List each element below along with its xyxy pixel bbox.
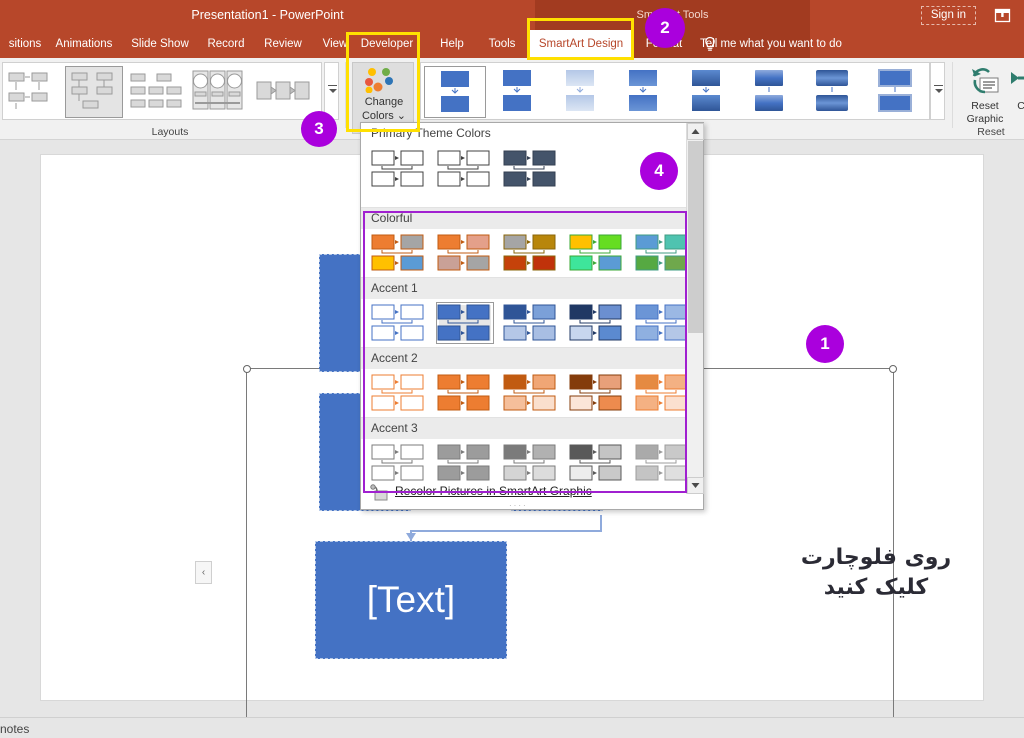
resize-handle-nw[interactable] [243,365,251,373]
annotation-badge-3: 3 [301,111,337,147]
reset-graphic-button[interactable]: Reset Graphic [960,62,1010,130]
annotation-badge-1: 1 [806,325,844,363]
layout-thumb-5[interactable] [255,66,313,118]
color-swatch-2-4[interactable] [635,303,691,343]
tab-view[interactable]: View [312,30,358,58]
color-swatch-4-2[interactable] [503,443,559,483]
style-thumb-4[interactable] [613,66,675,118]
scroll-down-arrow-icon[interactable] [687,477,704,494]
color-swatch-2-3[interactable] [569,303,625,343]
reset-graphic-label-2: Graphic [966,113,1004,125]
change-colors-label-line1: Change [364,96,404,108]
collapse-text-pane-icon[interactable]: ‹ [195,561,212,584]
panel-section-label-colorful: Colorful [361,207,687,229]
tab-tools[interactable]: Tools [478,30,526,58]
panel-section-label-accent-2: Accent 2 [361,347,687,369]
color-swatch-4-0[interactable] [371,443,427,483]
scroll-up-arrow-icon[interactable] [687,123,704,140]
resize-handle-ne[interactable] [889,365,897,373]
scrollbar-thumb[interactable] [688,141,703,333]
convert-label: Co [1017,100,1024,112]
chevron-down-icon[interactable]: ⌄ [394,110,406,122]
color-swatch-4-4[interactable] [635,443,691,483]
annotation-badge-4: 4 [640,152,678,190]
color-swatch-1-0[interactable] [371,233,427,273]
tab-record[interactable]: Record [198,30,254,58]
tab-slide-show[interactable]: Slide Show [122,30,198,58]
reset-graphic-label-1: Reset [971,100,999,112]
tab-help[interactable]: Help [429,30,475,58]
smartart-shape-text: [Text] [366,579,456,620]
color-palette-icon [364,67,404,94]
smartart-shape-bottom: [Text] [315,541,507,659]
change-colors-label-line2: Colors [361,110,394,122]
tell-me-search[interactable]: Tell me what you want to do [700,30,842,58]
color-swatch-0-1[interactable] [437,149,493,189]
layouts-more-button[interactable] [324,62,339,120]
group-label-reset: Reset [977,126,1005,138]
notes-placeholder[interactable]: l notes [0,722,29,736]
layouts-gallery[interactable] [2,62,322,120]
recolor-pictures-menu-item[interactable]: Recolor Pictures in SmartArt Graphic [361,481,687,503]
style-thumb-1-selected[interactable] [424,66,486,118]
color-swatch-3-3[interactable] [569,373,625,413]
color-swatch-3-4[interactable] [635,373,691,413]
style-thumb-3[interactable] [550,66,612,118]
tab-review[interactable]: Review [254,30,312,58]
panel-section-label-accent-1: Accent 1 [361,277,687,299]
convert-button[interactable]: Co [1006,62,1024,130]
smartart-styles-gallery[interactable] [420,62,930,120]
panel-section-label-accent-3: Accent 3 [361,417,687,439]
color-swatch-1-4[interactable] [635,233,691,273]
convert-icon [1007,64,1024,98]
title-bar: SmartArt Tools Presentation1 - PowerPoin… [0,0,1024,30]
color-swatch-0-0[interactable] [371,149,427,189]
color-swatch-3-1[interactable] [437,373,493,413]
annotation-badge-2: 2 [645,8,685,48]
color-swatch-1-3[interactable] [569,233,625,273]
panel-resize-grip[interactable]: ···· [509,502,539,510]
color-swatch-2-2[interactable] [503,303,559,343]
color-swatch-1-2[interactable] [503,233,559,273]
tab-developer[interactable]: Developer [353,30,421,58]
reset-graphic-icon [968,64,1002,98]
color-swatch-2-0[interactable] [371,303,427,343]
color-swatch-2-1[interactable] [436,302,494,344]
color-swatch-3-0[interactable] [371,373,427,413]
color-swatch-3-2[interactable] [503,373,559,413]
sign-in-button[interactable]: Sign in [920,6,976,25]
group-label-layouts: Layouts [151,126,189,138]
color-swatch-1-1[interactable] [437,233,493,273]
status-bar [0,717,1024,738]
recolor-pictures-label: Recolor Pictures in SmartArt Graphic [395,484,592,498]
ribbon-display-options-icon[interactable] [994,7,1011,24]
panel-scrollbar[interactable] [686,123,704,494]
style-thumb-7[interactable] [802,66,864,118]
color-swatch-0-2[interactable] [503,149,559,189]
style-thumb-5[interactable] [676,66,738,118]
tab-animations[interactable]: Animations [46,30,122,58]
panel-header-primary-theme-colors: Primary Theme Colors [371,126,491,140]
layout-thumb-3[interactable] [127,66,185,118]
color-swatch-4-1[interactable] [437,443,493,483]
style-thumb-6[interactable] [739,66,801,118]
document-title: Presentation1 - PowerPoint [191,8,344,22]
style-thumb-8[interactable] [865,66,927,118]
ribbon-tab-bar: sitions Animations Slide Show Record Review V… [0,30,1024,58]
layout-thumb-1[interactable] [6,66,64,118]
powerpoint-window: SmartArt Tools Presentation1 - PowerPoin… [0,0,1024,738]
tab-smartart-design[interactable]: SmartArt Design [528,30,634,58]
styles-more-button[interactable] [930,62,945,120]
style-thumb-2[interactable] [487,66,549,118]
annotation-persian-text: روی فلوچارت کلیک کنید [800,545,952,600]
layout-thumb-4[interactable] [189,66,247,118]
layout-thumb-2-selected[interactable] [65,66,123,118]
color-swatch-4-3[interactable] [569,443,625,483]
